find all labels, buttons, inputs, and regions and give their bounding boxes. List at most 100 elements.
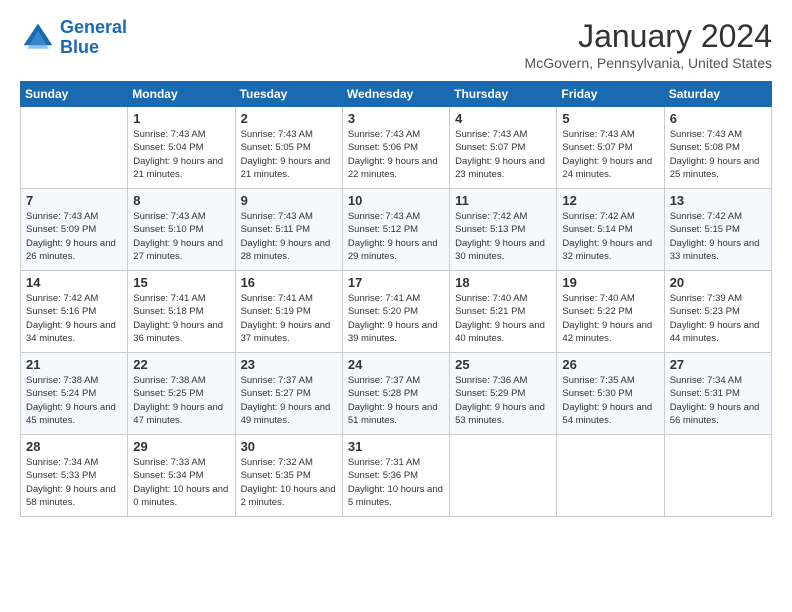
calendar-subtitle: McGovern, Pennsylvania, United States bbox=[525, 55, 772, 71]
calendar-week-0: 1 Sunrise: 7:43 AMSunset: 5:04 PMDayligh… bbox=[21, 107, 772, 189]
day-number: 16 bbox=[241, 275, 337, 290]
logo: General Blue bbox=[20, 18, 127, 58]
day-number: 31 bbox=[348, 439, 444, 454]
calendar-cell: 2 Sunrise: 7:43 AMSunset: 5:05 PMDayligh… bbox=[235, 107, 342, 189]
header-thursday: Thursday bbox=[450, 82, 557, 107]
day-info: Sunrise: 7:39 AMSunset: 5:23 PMDaylight:… bbox=[670, 292, 766, 345]
calendar-cell bbox=[450, 435, 557, 517]
logo-text: General Blue bbox=[60, 18, 127, 58]
calendar-cell: 27 Sunrise: 7:34 AMSunset: 5:31 PMDaylig… bbox=[664, 353, 771, 435]
day-info: Sunrise: 7:38 AMSunset: 5:25 PMDaylight:… bbox=[133, 374, 229, 427]
day-info: Sunrise: 7:43 AMSunset: 5:08 PMDaylight:… bbox=[670, 128, 766, 181]
day-number: 1 bbox=[133, 111, 229, 126]
day-number: 27 bbox=[670, 357, 766, 372]
calendar-cell: 21 Sunrise: 7:38 AMSunset: 5:24 PMDaylig… bbox=[21, 353, 128, 435]
day-info: Sunrise: 7:36 AMSunset: 5:29 PMDaylight:… bbox=[455, 374, 551, 427]
calendar-cell: 11 Sunrise: 7:42 AMSunset: 5:13 PMDaylig… bbox=[450, 189, 557, 271]
calendar-cell: 10 Sunrise: 7:43 AMSunset: 5:12 PMDaylig… bbox=[342, 189, 449, 271]
day-info: Sunrise: 7:43 AMSunset: 5:11 PMDaylight:… bbox=[241, 210, 337, 263]
calendar-cell: 13 Sunrise: 7:42 AMSunset: 5:15 PMDaylig… bbox=[664, 189, 771, 271]
header-tuesday: Tuesday bbox=[235, 82, 342, 107]
day-number: 19 bbox=[562, 275, 658, 290]
day-number: 11 bbox=[455, 193, 551, 208]
day-info: Sunrise: 7:34 AMSunset: 5:31 PMDaylight:… bbox=[670, 374, 766, 427]
calendar-cell: 4 Sunrise: 7:43 AMSunset: 5:07 PMDayligh… bbox=[450, 107, 557, 189]
calendar-week-1: 7 Sunrise: 7:43 AMSunset: 5:09 PMDayligh… bbox=[21, 189, 772, 271]
day-number: 5 bbox=[562, 111, 658, 126]
day-number: 18 bbox=[455, 275, 551, 290]
header-wednesday: Wednesday bbox=[342, 82, 449, 107]
day-info: Sunrise: 7:38 AMSunset: 5:24 PMDaylight:… bbox=[26, 374, 122, 427]
day-info: Sunrise: 7:41 AMSunset: 5:18 PMDaylight:… bbox=[133, 292, 229, 345]
calendar-cell: 9 Sunrise: 7:43 AMSunset: 5:11 PMDayligh… bbox=[235, 189, 342, 271]
day-number: 21 bbox=[26, 357, 122, 372]
calendar-cell: 25 Sunrise: 7:36 AMSunset: 5:29 PMDaylig… bbox=[450, 353, 557, 435]
logo-line1: General bbox=[60, 17, 127, 37]
calendar-cell: 3 Sunrise: 7:43 AMSunset: 5:06 PMDayligh… bbox=[342, 107, 449, 189]
calendar-cell: 17 Sunrise: 7:41 AMSunset: 5:20 PMDaylig… bbox=[342, 271, 449, 353]
header-saturday: Saturday bbox=[664, 82, 771, 107]
day-number: 26 bbox=[562, 357, 658, 372]
day-info: Sunrise: 7:43 AMSunset: 5:12 PMDaylight:… bbox=[348, 210, 444, 263]
calendar-header-row: Sunday Monday Tuesday Wednesday Thursday… bbox=[21, 82, 772, 107]
header-monday: Monday bbox=[128, 82, 235, 107]
day-info: Sunrise: 7:42 AMSunset: 5:13 PMDaylight:… bbox=[455, 210, 551, 263]
day-number: 13 bbox=[670, 193, 766, 208]
day-number: 6 bbox=[670, 111, 766, 126]
calendar-cell: 28 Sunrise: 7:34 AMSunset: 5:33 PMDaylig… bbox=[21, 435, 128, 517]
day-info: Sunrise: 7:35 AMSunset: 5:30 PMDaylight:… bbox=[562, 374, 658, 427]
title-block: January 2024 McGovern, Pennsylvania, Uni… bbox=[525, 18, 772, 71]
calendar-cell: 16 Sunrise: 7:41 AMSunset: 5:19 PMDaylig… bbox=[235, 271, 342, 353]
day-number: 24 bbox=[348, 357, 444, 372]
day-info: Sunrise: 7:43 AMSunset: 5:07 PMDaylight:… bbox=[455, 128, 551, 181]
calendar-cell: 24 Sunrise: 7:37 AMSunset: 5:28 PMDaylig… bbox=[342, 353, 449, 435]
day-number: 3 bbox=[348, 111, 444, 126]
header: General Blue January 2024 McGovern, Penn… bbox=[20, 18, 772, 71]
calendar-cell: 7 Sunrise: 7:43 AMSunset: 5:09 PMDayligh… bbox=[21, 189, 128, 271]
calendar-cell: 26 Sunrise: 7:35 AMSunset: 5:30 PMDaylig… bbox=[557, 353, 664, 435]
header-sunday: Sunday bbox=[21, 82, 128, 107]
day-info: Sunrise: 7:37 AMSunset: 5:28 PMDaylight:… bbox=[348, 374, 444, 427]
calendar-cell: 15 Sunrise: 7:41 AMSunset: 5:18 PMDaylig… bbox=[128, 271, 235, 353]
day-number: 28 bbox=[26, 439, 122, 454]
calendar-cell: 12 Sunrise: 7:42 AMSunset: 5:14 PMDaylig… bbox=[557, 189, 664, 271]
day-number: 23 bbox=[241, 357, 337, 372]
calendar-cell: 18 Sunrise: 7:40 AMSunset: 5:21 PMDaylig… bbox=[450, 271, 557, 353]
day-info: Sunrise: 7:42 AMSunset: 5:15 PMDaylight:… bbox=[670, 210, 766, 263]
day-info: Sunrise: 7:43 AMSunset: 5:07 PMDaylight:… bbox=[562, 128, 658, 181]
day-info: Sunrise: 7:43 AMSunset: 5:06 PMDaylight:… bbox=[348, 128, 444, 181]
calendar-cell bbox=[664, 435, 771, 517]
day-info: Sunrise: 7:41 AMSunset: 5:20 PMDaylight:… bbox=[348, 292, 444, 345]
calendar-cell: 29 Sunrise: 7:33 AMSunset: 5:34 PMDaylig… bbox=[128, 435, 235, 517]
day-number: 17 bbox=[348, 275, 444, 290]
day-number: 10 bbox=[348, 193, 444, 208]
day-info: Sunrise: 7:42 AMSunset: 5:16 PMDaylight:… bbox=[26, 292, 122, 345]
day-number: 8 bbox=[133, 193, 229, 208]
day-info: Sunrise: 7:31 AMSunset: 5:36 PMDaylight:… bbox=[348, 456, 444, 509]
day-info: Sunrise: 7:43 AMSunset: 5:10 PMDaylight:… bbox=[133, 210, 229, 263]
day-info: Sunrise: 7:33 AMSunset: 5:34 PMDaylight:… bbox=[133, 456, 229, 509]
day-info: Sunrise: 7:34 AMSunset: 5:33 PMDaylight:… bbox=[26, 456, 122, 509]
day-number: 29 bbox=[133, 439, 229, 454]
calendar-cell bbox=[21, 107, 128, 189]
day-number: 9 bbox=[241, 193, 337, 208]
calendar-cell: 23 Sunrise: 7:37 AMSunset: 5:27 PMDaylig… bbox=[235, 353, 342, 435]
day-number: 14 bbox=[26, 275, 122, 290]
calendar-cell: 1 Sunrise: 7:43 AMSunset: 5:04 PMDayligh… bbox=[128, 107, 235, 189]
calendar-cell: 14 Sunrise: 7:42 AMSunset: 5:16 PMDaylig… bbox=[21, 271, 128, 353]
day-number: 30 bbox=[241, 439, 337, 454]
day-info: Sunrise: 7:43 AMSunset: 5:09 PMDaylight:… bbox=[26, 210, 122, 263]
calendar-cell: 20 Sunrise: 7:39 AMSunset: 5:23 PMDaylig… bbox=[664, 271, 771, 353]
page: General Blue January 2024 McGovern, Penn… bbox=[0, 0, 792, 527]
calendar-week-4: 28 Sunrise: 7:34 AMSunset: 5:33 PMDaylig… bbox=[21, 435, 772, 517]
calendar-cell: 8 Sunrise: 7:43 AMSunset: 5:10 PMDayligh… bbox=[128, 189, 235, 271]
day-number: 15 bbox=[133, 275, 229, 290]
header-friday: Friday bbox=[557, 82, 664, 107]
day-number: 20 bbox=[670, 275, 766, 290]
day-number: 4 bbox=[455, 111, 551, 126]
calendar-cell: 31 Sunrise: 7:31 AMSunset: 5:36 PMDaylig… bbox=[342, 435, 449, 517]
calendar-cell: 6 Sunrise: 7:43 AMSunset: 5:08 PMDayligh… bbox=[664, 107, 771, 189]
day-number: 12 bbox=[562, 193, 658, 208]
calendar-cell: 5 Sunrise: 7:43 AMSunset: 5:07 PMDayligh… bbox=[557, 107, 664, 189]
day-info: Sunrise: 7:43 AMSunset: 5:05 PMDaylight:… bbox=[241, 128, 337, 181]
